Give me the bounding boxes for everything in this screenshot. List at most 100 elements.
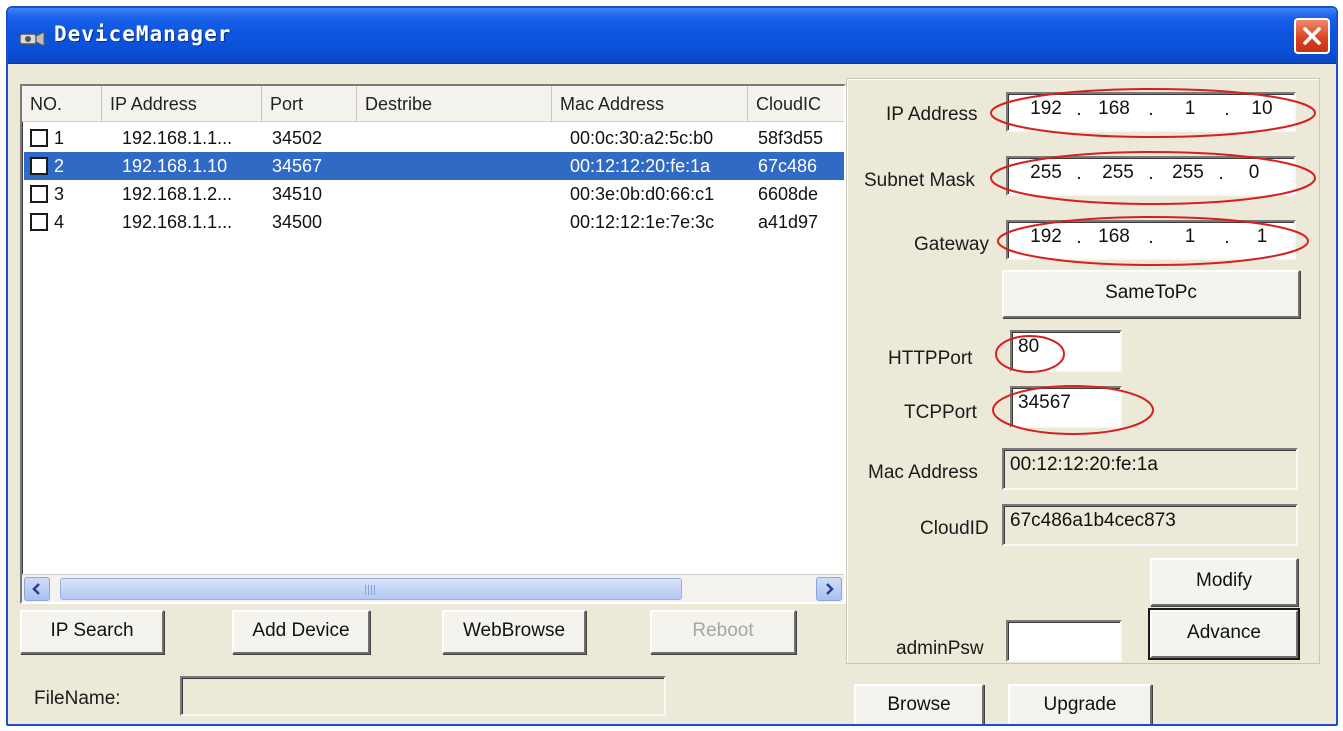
row-port: 34502: [272, 128, 323, 148]
admin-password-label: adminPsw: [896, 638, 984, 659]
scroll-left-button[interactable]: [24, 577, 50, 601]
chevron-right-icon: [826, 583, 834, 595]
app-icon: [18, 28, 46, 48]
column-header-cloud-id[interactable]: CloudIC: [748, 86, 848, 122]
http-port-label: HTTPPort: [888, 348, 973, 369]
client-area: NO. IP Address Port Destribe Mac Address…: [8, 64, 1336, 724]
subnet-octet: 0: [1248, 162, 1260, 183]
modify-button[interactable]: Modify: [1150, 558, 1298, 606]
close-button[interactable]: [1294, 18, 1330, 54]
ip-octet: 168: [1098, 98, 1130, 119]
ip-dot: .: [1224, 99, 1230, 120]
gateway-label: Gateway: [914, 234, 989, 255]
ip-address-field[interactable]: 192 . 168 . 1 . 10: [1006, 92, 1296, 132]
gateway-octet: 168: [1098, 226, 1130, 247]
ip-octet: 192: [1030, 98, 1062, 119]
gateway-octet: 192: [1030, 226, 1062, 247]
window-title: DeviceManager: [54, 22, 232, 46]
browse-button[interactable]: Browse: [854, 684, 984, 724]
subnet-octet: 255: [1102, 162, 1134, 183]
same-to-pc-button[interactable]: SameToPc: [1002, 270, 1300, 318]
ip-dot: .: [1076, 163, 1082, 184]
upgrade-button[interactable]: Upgrade: [1008, 684, 1152, 724]
row-describe: [370, 152, 550, 180]
row-describe: [370, 180, 550, 208]
row-describe: [370, 124, 550, 152]
row-mac: 00:0c:30:a2:5c:b0: [570, 128, 714, 148]
cloud-id-field[interactable]: 67c486a1b4cec873: [1002, 504, 1298, 546]
row-cloud-id: 58f3d55: [758, 128, 824, 148]
device-list[interactable]: NO. IP Address Port Destribe Mac Address…: [20, 84, 846, 604]
row-checkbox[interactable]: [30, 213, 48, 231]
table-row[interactable]: 1 192.168.1.1... 34502 00:0c:30:a2:5c:b0…: [24, 124, 844, 152]
reboot-button[interactable]: Reboot: [650, 610, 796, 654]
filename-field[interactable]: [180, 676, 666, 716]
tcp-port-field[interactable]: 34567: [1010, 386, 1122, 428]
row-mac: 00:3e:0b:d0:66:c1: [570, 184, 715, 204]
column-header-ip-address[interactable]: IP Address: [102, 86, 262, 122]
table-row[interactable]: 4 192.168.1.1... 34500 00:12:12:1e:7e:3c…: [24, 208, 844, 236]
subnet-mask-label: Subnet Mask: [864, 170, 975, 191]
web-browse-button[interactable]: WebBrowse: [442, 610, 586, 654]
row-mac: 00:12:12:20:fe:1a: [570, 156, 711, 176]
horizontal-scrollbar[interactable]: [22, 574, 844, 602]
subnet-mask-field[interactable]: 255 . 255 . 255 . 0: [1006, 156, 1296, 196]
ip-dot: .: [1218, 163, 1224, 184]
row-port: 34510: [272, 184, 323, 204]
row-cloud-id: 6608de: [758, 184, 819, 204]
row-port: 34500: [272, 212, 323, 232]
grip-icon: [365, 585, 377, 595]
ip-octet: 10: [1251, 98, 1273, 119]
scroll-right-button[interactable]: [816, 577, 842, 601]
close-icon: [1303, 27, 1321, 45]
row-ip: 192.168.1.2...: [122, 184, 233, 204]
row-cloud-id: a41d97: [758, 212, 819, 232]
http-port-field[interactable]: 80: [1010, 330, 1122, 372]
row-ip: 192.168.1.1...: [122, 128, 233, 148]
add-device-button[interactable]: Add Device: [232, 610, 370, 654]
row-no: 4: [54, 212, 65, 232]
device-manager-window: DeviceManager NO. IP Address Port Destri…: [6, 6, 1338, 726]
row-ip: 192.168.1.1...: [122, 212, 233, 232]
admin-password-field[interactable]: [1006, 620, 1122, 662]
ip-dot: .: [1224, 227, 1230, 248]
row-checkbox[interactable]: [30, 185, 48, 203]
column-header-no[interactable]: NO.: [22, 86, 102, 122]
row-no: 2: [54, 156, 65, 176]
row-no: 1: [54, 128, 65, 148]
ip-dot: .: [1148, 227, 1154, 248]
ip-octet: 1: [1184, 98, 1196, 119]
table-row[interactable]: 3 192.168.1.2... 34510 00:3e:0b:d0:66:c1…: [24, 180, 844, 208]
column-header-mac-address[interactable]: Mac Address: [552, 86, 748, 122]
chevron-left-icon: [32, 583, 40, 595]
row-port: 34567: [272, 156, 323, 176]
table-row-selected[interactable]: 2 192.168.1.10 34567 00:12:12:20:fe:1a 6…: [24, 152, 844, 180]
row-checkbox[interactable]: [30, 157, 48, 175]
ip-dot: .: [1148, 99, 1154, 120]
ip-dot: .: [1076, 99, 1082, 120]
cloud-id-label: CloudID: [920, 518, 989, 539]
advance-button[interactable]: Advance: [1150, 610, 1298, 658]
ip-address-label: IP Address: [886, 104, 978, 125]
column-header-port[interactable]: Port: [262, 86, 357, 122]
ip-search-button[interactable]: IP Search: [20, 610, 164, 654]
scroll-thumb[interactable]: [60, 578, 682, 600]
column-header-describe[interactable]: Destribe: [357, 86, 552, 122]
list-header: NO. IP Address Port Destribe Mac Address…: [22, 86, 844, 122]
gateway-octet: 1: [1184, 226, 1196, 247]
row-checkbox[interactable]: [30, 129, 48, 147]
title-bar[interactable]: DeviceManager: [8, 8, 1336, 64]
gateway-field[interactable]: 192 . 168 . 1 . 1: [1006, 220, 1296, 260]
mac-address-label: Mac Address: [868, 462, 978, 483]
ip-dot: .: [1076, 227, 1082, 248]
tcp-port-label: TCPPort: [904, 402, 977, 423]
row-ip: 192.168.1.10: [122, 156, 228, 176]
row-cloud-id: 67c486: [758, 156, 818, 176]
row-describe: [370, 208, 550, 236]
row-no: 3: [54, 184, 65, 204]
mac-address-field[interactable]: 00:12:12:20:fe:1a: [1002, 448, 1298, 490]
row-mac: 00:12:12:1e:7e:3c: [570, 212, 715, 232]
subnet-octet: 255: [1030, 162, 1062, 183]
subnet-octet: 255: [1172, 162, 1204, 183]
filename-label: FileName:: [34, 688, 121, 709]
